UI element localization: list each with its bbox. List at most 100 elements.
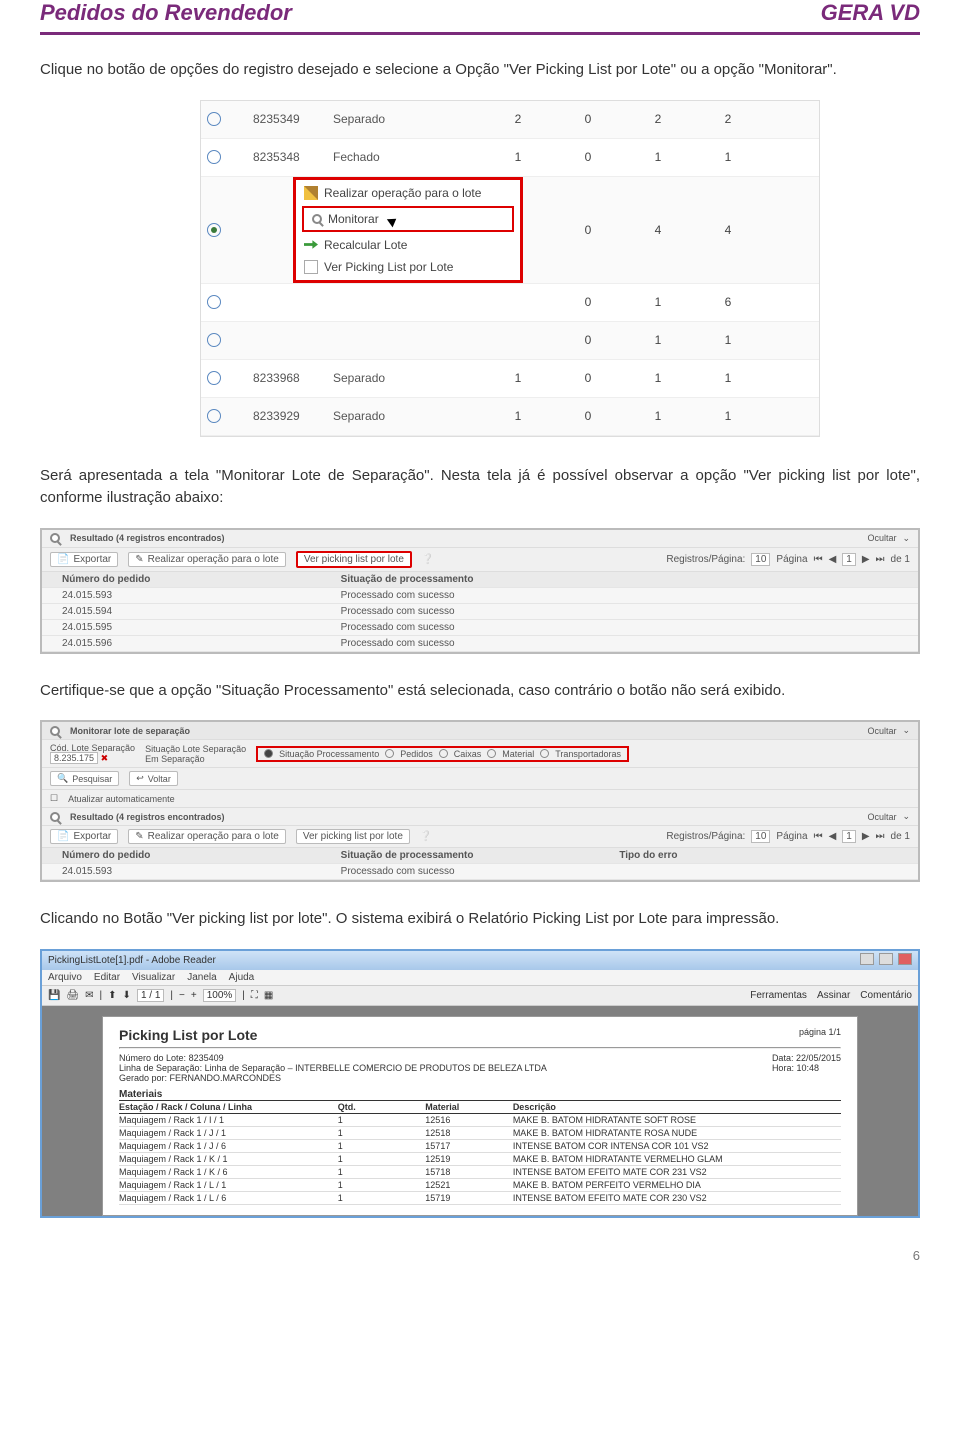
- menu-item-monitorar[interactable]: Monitorar: [302, 206, 514, 232]
- table-row[interactable]: 0 1 6: [201, 284, 819, 322]
- tool-assinar[interactable]: Assinar: [817, 990, 850, 1001]
- screenshot-monitorar-lote: Monitorar lote de separação Ocultar ⌄ Có…: [40, 720, 920, 882]
- table-row: 24.015.593Processado com sucesso: [42, 588, 918, 604]
- menu-bar: Arquivo Editar Visualizar Janela Ajuda: [42, 970, 918, 986]
- pdf-page: Picking List por Lote página 1/1 Número …: [102, 1016, 858, 1216]
- table-row[interactable]: 8235348 Fechado 1 0 1 1: [201, 139, 819, 177]
- page-number: 6: [40, 1248, 920, 1263]
- next-page-button[interactable]: ▶: [862, 554, 870, 565]
- cod-lote-input[interactable]: 8.235.175: [50, 752, 98, 764]
- radio-material[interactable]: [487, 749, 496, 758]
- menu-janela[interactable]: Janela: [187, 972, 216, 983]
- magnifier-icon: [50, 533, 60, 543]
- context-menu: Realizar operação para o lote Monitorar …: [293, 177, 523, 283]
- last-page-button[interactable]: ⏭: [876, 554, 885, 565]
- close-button[interactable]: [898, 953, 912, 965]
- realizar-operacao-button[interactable]: ✎ Realizar operação para o lote: [128, 829, 286, 844]
- ver-picking-list-button[interactable]: Ver picking list por lote: [296, 551, 412, 568]
- help-icon[interactable]: ❔: [420, 831, 432, 842]
- radio-pedidos[interactable]: [385, 749, 394, 758]
- material-row: Maquiagem / Rack 1 / I / 1112516MAKE B. …: [119, 1114, 841, 1127]
- radio-icon[interactable]: [207, 333, 221, 347]
- table-row: 24.015.593 Processado com sucesso: [42, 864, 918, 880]
- pdf-toolbar: 💾 🖨 ✉ | ⬆ ⬇ 1 / 1 | − + 100% | ⛶ ▦ Ferra…: [42, 986, 918, 1006]
- page-header: Pedidos do Revendedor GERA VD: [40, 0, 920, 35]
- resultado-bar: Resultado (4 registros encontrados) Ocul…: [42, 530, 918, 548]
- save-icon[interactable]: 💾: [48, 990, 60, 1001]
- window-title: PickingListLote[1].pdf - Adobe Reader: [48, 955, 216, 966]
- prev-page-button[interactable]: ◀: [829, 831, 837, 842]
- table-row: 24.015.595Processado com sucesso: [42, 620, 918, 636]
- exportar-button[interactable]: 📄 Exportar: [50, 552, 118, 567]
- radio-caixas[interactable]: [439, 749, 448, 758]
- lote-id: 8235349: [253, 112, 333, 126]
- zoom-level[interactable]: 100%: [203, 989, 237, 1002]
- radio-icon[interactable]: [207, 150, 221, 164]
- print-icon[interactable]: 🖨: [66, 990, 79, 1001]
- header-title-right: GERA VD: [821, 0, 920, 26]
- menu-arquivo[interactable]: Arquivo: [48, 972, 82, 983]
- prev-page-icon[interactable]: ⬆: [108, 990, 116, 1001]
- page-input[interactable]: 1: [842, 553, 856, 566]
- clear-icon[interactable]: ✖: [101, 753, 109, 763]
- per-page-input[interactable]: 10: [751, 830, 770, 843]
- menu-item-ver-picking-list[interactable]: Ver Picking List por Lote: [296, 256, 520, 278]
- magnifier-icon: [50, 812, 60, 822]
- filter-row: Cód. Lote Separação 8.235.175 ✖ Situação…: [42, 740, 918, 768]
- table-row[interactable]: 8233929 Separado 1 0 1 1: [201, 398, 819, 436]
- radio-icon-selected[interactable]: [207, 223, 221, 237]
- paragraph-2: Será apresentada a tela "Monitorar Lote …: [40, 465, 920, 510]
- table-row[interactable]: 8235349 Separado 2 0 2 2: [201, 101, 819, 139]
- minimize-button[interactable]: [860, 953, 874, 965]
- next-page-button[interactable]: ▶: [862, 831, 870, 842]
- menu-ajuda[interactable]: Ajuda: [229, 972, 255, 983]
- page-indicator[interactable]: 1 / 1: [137, 989, 164, 1002]
- menu-visualizar[interactable]: Visualizar: [132, 972, 175, 983]
- arrow-icon: [304, 238, 318, 252]
- fit-icon[interactable]: ⛶: [251, 990, 258, 1001]
- view-icon[interactable]: ▦: [264, 990, 273, 1001]
- table-row-selected[interactable]: Realizar operação para o lote Monitorar …: [201, 177, 819, 284]
- mail-icon[interactable]: ✉: [85, 990, 93, 1001]
- tool-comentario[interactable]: Comentário: [860, 990, 912, 1001]
- radio-icon[interactable]: [207, 371, 221, 385]
- ocultar-link[interactable]: Ocultar: [867, 533, 896, 543]
- radio-icon[interactable]: [207, 409, 221, 423]
- menu-item-realizar-operacao[interactable]: Realizar operação para o lote: [296, 182, 520, 204]
- radio-icon[interactable]: [207, 295, 221, 309]
- radio-situacao-processamento[interactable]: [264, 749, 273, 758]
- voltar-button[interactable]: ↩ Voltar: [129, 771, 178, 786]
- tool-ferramentas[interactable]: Ferramentas: [750, 990, 807, 1001]
- page-input[interactable]: 1: [842, 830, 856, 843]
- zoom-out-icon[interactable]: −: [179, 990, 185, 1001]
- ocultar-link[interactable]: Ocultar: [867, 812, 896, 822]
- exportar-button[interactable]: 📄 Exportar: [50, 829, 118, 844]
- atualizar-checkbox[interactable]: ☐: [50, 793, 58, 804]
- menu-item-recalcular[interactable]: Recalcular Lote: [296, 234, 520, 256]
- col-situacao: Situação de processamento: [341, 574, 620, 585]
- maximize-button[interactable]: [879, 953, 893, 965]
- per-page-input[interactable]: 10: [751, 553, 770, 566]
- lote-status: Separado: [333, 112, 483, 126]
- zoom-in-icon[interactable]: +: [191, 990, 197, 1001]
- first-page-button[interactable]: ⏮: [814, 831, 823, 842]
- table-row[interactable]: 8233968 Separado 1 0 1 1: [201, 360, 819, 398]
- first-page-button[interactable]: ⏮: [814, 554, 823, 565]
- help-icon[interactable]: ❔: [422, 554, 434, 565]
- paragraph-1: Clique no botão de opções do registro de…: [40, 59, 920, 82]
- last-page-button[interactable]: ⏭: [876, 831, 885, 842]
- ver-picking-list-button[interactable]: Ver picking list por lote: [296, 829, 410, 844]
- header-title-left: Pedidos do Revendedor: [40, 0, 292, 26]
- ocultar-link[interactable]: Ocultar: [867, 726, 896, 736]
- radio-icon[interactable]: [207, 112, 221, 126]
- panel-title: Monitorar lote de separação: [70, 726, 190, 736]
- toolbar: 📄 Exportar ✎ Realizar operação para o lo…: [42, 548, 918, 572]
- materiais-title: Materiais: [119, 1089, 162, 1100]
- prev-page-button[interactable]: ◀: [829, 554, 837, 565]
- menu-editar[interactable]: Editar: [94, 972, 120, 983]
- table-row[interactable]: 0 1 1: [201, 322, 819, 360]
- radio-transportadoras[interactable]: [540, 749, 549, 758]
- pesquisar-button[interactable]: 🔍 Pesquisar: [50, 771, 119, 786]
- next-page-icon[interactable]: ⬇: [123, 990, 131, 1001]
- realizar-operacao-button[interactable]: ✎ Realizar operação para o lote: [128, 552, 286, 567]
